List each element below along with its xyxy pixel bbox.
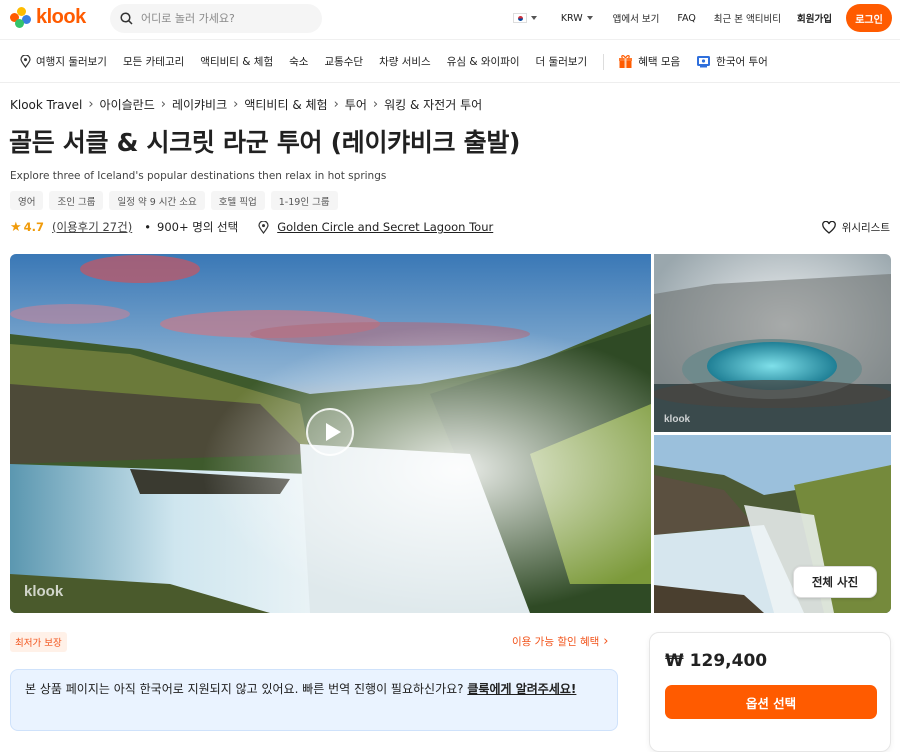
tag-language: 영어: [10, 191, 44, 210]
page-subtitle: Explore three of Iceland's popular desti…: [10, 170, 387, 182]
booking-card: ₩ 129,400 옵션 선택: [649, 632, 891, 752]
best-price-badge: 최저가 보장: [10, 632, 67, 652]
geyser-photo[interactable]: klook: [654, 254, 891, 432]
nav-label: 한국어 투어: [716, 56, 768, 68]
nav-activities[interactable]: 액티비티 & 체험: [200, 54, 273, 69]
chevron-down-icon: [586, 16, 593, 20]
notice-text: 본 상품 페이지는 아직 한국어로 지원되지 않고 있어요. 빠른 번역 진행이…: [25, 682, 468, 696]
page-title: 골든 서클 & 시크릿 라군 투어 (레이캬비크 출발): [9, 128, 521, 157]
search-input[interactable]: [141, 12, 311, 25]
currency-selector[interactable]: KRW: [561, 13, 593, 24]
open-in-app-link[interactable]: 앱에서 보기: [613, 11, 660, 25]
nav-divider: [603, 53, 605, 70]
heart-icon: [821, 221, 836, 234]
nav-label: 혜택 모음: [638, 56, 681, 68]
category-navigation: 여행지 둘러보기 모든 카테고리 액티비티 & 체험 숙소 교통수단 차량 서비…: [0, 41, 900, 83]
nav-all-categories[interactable]: 모든 카테고리: [123, 54, 184, 69]
chevron-right-icon: ›: [160, 97, 166, 112]
available-discounts-link[interactable]: 이용 가능 할인 혜택 ›: [512, 634, 609, 649]
play-video-button[interactable]: [306, 408, 354, 456]
signup-link[interactable]: 회원가입: [797, 11, 832, 25]
select-options-button[interactable]: 옵션 선택: [665, 685, 877, 719]
logo-text: klook: [36, 6, 86, 28]
nav-explore-destinations[interactable]: 여행지 둘러보기: [20, 54, 107, 69]
breadcrumb-item[interactable]: 레이캬비크: [172, 96, 227, 113]
klook-watermark: klook: [664, 414, 691, 425]
discount-link-label: 이용 가능 할인 혜택: [512, 636, 600, 648]
separator-dot: •: [144, 220, 151, 234]
faq-link[interactable]: FAQ: [677, 13, 695, 24]
klook-logo[interactable]: klook: [10, 6, 86, 29]
main-photo-video[interactable]: klook: [10, 254, 651, 613]
klook-logo-icon: [10, 6, 32, 29]
booked-count: 900+ 명의 선택: [157, 220, 239, 234]
wishlist-label: 위시리스트: [841, 222, 890, 234]
gift-icon: [619, 55, 633, 68]
nav-car-service[interactable]: 차량 서비스: [379, 54, 431, 69]
star-icon: ★: [10, 219, 22, 235]
breadcrumb: Klook Travel › 아이슬란드 › 레이캬비크 › 액티비티 & 체험…: [10, 96, 482, 113]
currency-label: KRW: [560, 12, 583, 24]
chevron-right-icon: ›: [603, 634, 609, 649]
breadcrumb-item[interactable]: 투어: [345, 96, 367, 113]
location-link[interactable]: Golden Circle and Secret Lagoon Tour: [258, 220, 493, 234]
location-pin-icon: [258, 220, 269, 234]
recently-viewed-link[interactable]: 최근 본 액티비티: [714, 11, 781, 25]
wishlist-button[interactable]: 위시리스트: [821, 220, 890, 235]
geyser-image: [654, 254, 891, 432]
breadcrumb-item[interactable]: Klook Travel: [10, 98, 82, 112]
view-all-photos-button[interactable]: 전체 사진: [793, 566, 877, 598]
nav-sim-wifi[interactable]: 유심 & 와이파이: [447, 54, 520, 69]
korean-tour-icon: [697, 56, 711, 68]
price: ₩ 129,400: [665, 651, 768, 671]
nav-korean-tours[interactable]: 한국어 투어: [696, 54, 768, 69]
language-selector[interactable]: [512, 13, 537, 23]
login-button[interactable]: 로그인: [846, 4, 892, 32]
rating-value: 4.7: [23, 220, 45, 234]
chevron-right-icon: ›: [372, 97, 379, 112]
chevron-right-icon: ›: [333, 97, 339, 112]
rating-row: ★ 4.7 (이용후기 27건) • 900+ 명의 선택 Golden Cir…: [10, 219, 493, 235]
klook-watermark: klook: [24, 583, 64, 600]
chevron-right-icon: ›: [233, 97, 239, 112]
location-pin-icon: [20, 55, 31, 68]
tag-pickup: 호텔 픽업: [210, 191, 265, 210]
top-navigation-bar: klook KRW 앱에서 보기 FAQ 최근 본 액티비티 회원가입 로그인: [0, 0, 900, 40]
nav-hotels[interactable]: 숙소: [289, 54, 308, 69]
reviews-link[interactable]: (이용후기 27건): [52, 219, 132, 235]
translation-notice: 본 상품 페이지는 아직 한국어로 지원되지 않고 있어요. 빠른 번역 진행이…: [10, 669, 618, 731]
notify-klook-link[interactable]: 클룩에게 알려주세요!: [467, 682, 576, 696]
tag-group-type: 조인 그룹: [49, 191, 104, 210]
tag-group-size: 1-19인 그룹: [270, 191, 338, 210]
breadcrumb-item[interactable]: 워킹 & 자전거 투어: [384, 96, 482, 113]
product-tags: 영어 조인 그룹 일정 약 9 시간 소요 호텔 픽업 1-19인 그룹: [10, 191, 338, 210]
search-box[interactable]: [110, 4, 322, 33]
chevron-down-icon: [530, 16, 537, 20]
nav-deals[interactable]: 혜택 모음: [618, 54, 680, 69]
korea-flag-icon: [512, 13, 527, 23]
nav-more[interactable]: 더 둘러보기: [536, 54, 588, 69]
tag-duration: 일정 약 9 시간 소요: [109, 191, 205, 210]
search-icon: [120, 12, 133, 25]
location-label: Golden Circle and Secret Lagoon Tour: [277, 220, 494, 234]
nav-label: 여행지 둘러보기: [36, 56, 107, 68]
nav-transport[interactable]: 교통수단: [324, 54, 363, 69]
chevron-right-icon: ›: [88, 97, 94, 112]
breadcrumb-item[interactable]: 아이슬란드: [100, 96, 155, 113]
breadcrumb-item[interactable]: 액티비티 & 체험: [244, 96, 327, 113]
